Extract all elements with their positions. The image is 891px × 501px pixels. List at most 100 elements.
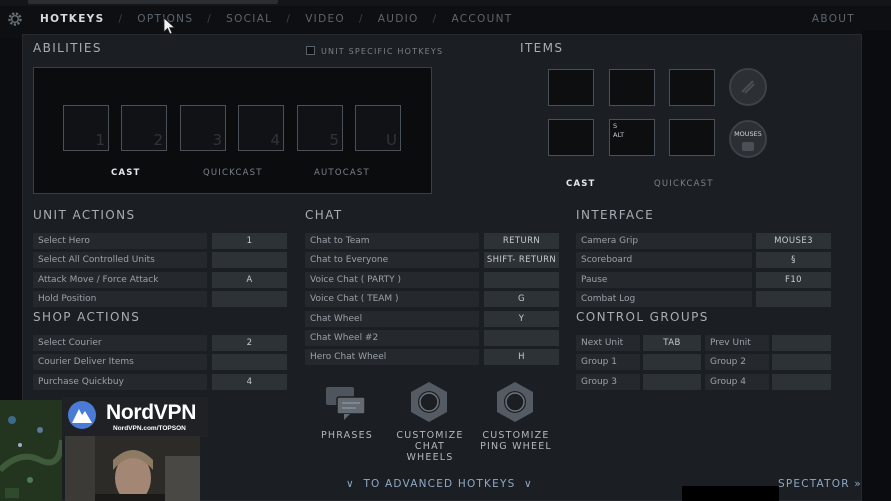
- hotkey-label: Voice Chat ( PARTY ): [305, 272, 479, 288]
- hotkey-binding[interactable]: 2: [212, 335, 287, 351]
- hotkey-row[interactable]: Scoreboard §: [576, 252, 831, 268]
- spectator-link[interactable]: SPECTATOR »: [778, 478, 862, 490]
- item-slot-3[interactable]: [669, 69, 715, 106]
- about-link[interactable]: ABOUT: [812, 13, 855, 25]
- items-mode-quickcast[interactable]: QUICKCAST: [654, 179, 714, 189]
- webcam-feed: [65, 436, 200, 501]
- hotkey-row[interactable]: Courier Deliver Items: [33, 354, 287, 370]
- hotkey-row[interactable]: Pause F10: [576, 272, 831, 288]
- hotkey-row[interactable]: Combat Log: [576, 291, 831, 307]
- hotkey-label: Camera Grip: [576, 233, 752, 249]
- hotkey-row[interactable]: Group 4: [705, 374, 831, 390]
- item-slot-2[interactable]: [609, 69, 655, 106]
- hotkey-binding[interactable]: G: [484, 291, 559, 307]
- customize-ping-wheel-button[interactable]: CUSTOMIZE PING WHEEL: [478, 430, 554, 452]
- hotkey-binding[interactable]: [643, 374, 701, 390]
- tab-separator: /: [118, 13, 124, 25]
- ability-slot-3[interactable]: 3: [180, 105, 226, 151]
- ping-wheel-icon[interactable]: [493, 380, 537, 424]
- hotkey-binding[interactable]: [643, 354, 701, 370]
- hotkey-binding[interactable]: §: [756, 252, 831, 268]
- tab-social[interactable]: SOCIAL: [226, 13, 272, 25]
- chat-heading: CHAT: [305, 208, 343, 222]
- ability-slot-1[interactable]: 1: [63, 105, 109, 151]
- hotkey-binding[interactable]: Y: [484, 311, 559, 327]
- abilities-mode-quickcast[interactable]: QUICKCAST: [203, 168, 263, 178]
- ability-slot-ultimate[interactable]: U: [355, 105, 401, 151]
- minimap-image: [0, 400, 62, 501]
- tab-audio[interactable]: AUDIO: [378, 13, 419, 25]
- tab-hotkeys[interactable]: HOTKEYS: [40, 13, 104, 25]
- hotkey-row[interactable]: Chat to Team RETURN: [305, 233, 559, 249]
- hotkey-row[interactable]: Select Hero 1: [33, 233, 287, 249]
- item-slot-4[interactable]: [548, 119, 594, 156]
- items-mode-cast[interactable]: CAST: [566, 179, 596, 189]
- hotkey-row[interactable]: Attack Move / Force Attack A: [33, 272, 287, 288]
- hotkey-row[interactable]: Purchase Quickbuy 4: [33, 374, 287, 390]
- hotkey-binding[interactable]: F10: [756, 272, 831, 288]
- unit-actions-heading: UNIT ACTIONS: [33, 208, 136, 222]
- hotkey-row[interactable]: Prev Unit: [705, 335, 831, 351]
- hotkey-row[interactable]: Group 1: [576, 354, 701, 370]
- ability-slot-4[interactable]: 4: [238, 105, 284, 151]
- hotkey-binding[interactable]: 1: [212, 233, 287, 249]
- hotkey-row[interactable]: Voice Chat ( TEAM ) G: [305, 291, 559, 307]
- ability-slot-2[interactable]: 2: [121, 105, 167, 151]
- hotkey-row[interactable]: Chat Wheel Y: [305, 311, 559, 327]
- hotkey-binding[interactable]: [212, 291, 287, 307]
- gear-icon[interactable]: [6, 10, 24, 28]
- hotkey-binding[interactable]: A: [212, 272, 287, 288]
- tab-separator: /: [358, 13, 364, 25]
- item-slot-5[interactable]: S ALT: [609, 119, 655, 156]
- hotkey-row[interactable]: Group 3: [576, 374, 701, 390]
- ability-key-label: U: [386, 131, 397, 149]
- hotkey-row[interactable]: Select Courier 2: [33, 335, 287, 351]
- hotkey-binding[interactable]: H: [484, 349, 559, 365]
- hotkey-row[interactable]: Chat to Everyone SHIFT- RETURN: [305, 252, 559, 268]
- hotkey-row[interactable]: Chat Wheel #2: [305, 330, 559, 346]
- top-nav-bar: HOTKEYS / OPTIONS / SOCIAL / VIDEO / AUD…: [0, 0, 891, 38]
- item-key-line-2: ALT: [613, 131, 625, 139]
- item-neutral-slot[interactable]: [729, 68, 767, 106]
- hotkey-binding[interactable]: TAB: [643, 335, 701, 351]
- hotkey-row[interactable]: Voice Chat ( PARTY ): [305, 272, 559, 288]
- hotkey-binding[interactable]: [772, 354, 831, 370]
- settings-tabs: HOTKEYS / OPTIONS / SOCIAL / VIDEO / AUD…: [40, 13, 512, 25]
- unit-specific-hotkeys-label[interactable]: UNIT SPECIFIC HOTKEYS: [321, 47, 443, 56]
- hotkey-binding[interactable]: [772, 335, 831, 351]
- phrases-icon[interactable]: [324, 385, 368, 421]
- button-line-1: CUSTOMIZE: [482, 430, 550, 441]
- item-slot-6[interactable]: [669, 119, 715, 156]
- hotkey-row[interactable]: Select All Controlled Units: [33, 252, 287, 268]
- hotkey-row[interactable]: Group 2: [705, 354, 831, 370]
- hotkey-binding[interactable]: [484, 272, 559, 288]
- hotkey-row[interactable]: Next Unit TAB: [576, 335, 701, 351]
- hotkey-row[interactable]: Hero Chat Wheel H: [305, 349, 559, 365]
- unit-specific-hotkeys-checkbox[interactable]: [306, 46, 315, 55]
- hotkey-binding[interactable]: [484, 330, 559, 346]
- hotkey-row[interactable]: Camera Grip MOUSE3: [576, 233, 831, 249]
- item-slot-1[interactable]: [548, 69, 594, 106]
- hotkey-binding[interactable]: [212, 252, 287, 268]
- hotkey-label: Select Courier: [33, 335, 207, 351]
- hotkey-binding[interactable]: MOUSE3: [756, 233, 831, 249]
- tab-account[interactable]: ACCOUNT: [451, 13, 512, 25]
- hotkey-binding[interactable]: 4: [212, 374, 287, 390]
- hotkey-binding[interactable]: [212, 354, 287, 370]
- hotkey-binding[interactable]: [756, 291, 831, 307]
- advanced-hotkeys-toggle[interactable]: ∨ TO ADVANCED HOTKEYS ∨: [346, 478, 533, 490]
- ability-slot-5[interactable]: 5: [297, 105, 343, 151]
- abilities-mode-cast[interactable]: CAST: [111, 168, 141, 178]
- hotkey-label: Attack Move / Force Attack: [33, 272, 207, 288]
- hotkey-binding[interactable]: RETURN: [484, 233, 559, 249]
- hotkey-binding[interactable]: SHIFT- RETURN: [484, 252, 559, 268]
- abilities-mode-autocast[interactable]: AUTOCAST: [314, 168, 370, 178]
- tab-video[interactable]: VIDEO: [305, 13, 345, 25]
- hotkey-row[interactable]: Hold Position: [33, 291, 287, 307]
- phrases-button[interactable]: PHRASES: [318, 430, 376, 441]
- customize-chat-wheels-button[interactable]: CUSTOMIZE CHAT WHEELS: [392, 430, 468, 463]
- hotkey-binding[interactable]: [772, 374, 831, 390]
- chat-wheel-icon[interactable]: [407, 380, 451, 424]
- window-title-cutoff: [28, 0, 278, 4]
- item-tp-slot[interactable]: MOUSE5: [729, 120, 767, 158]
